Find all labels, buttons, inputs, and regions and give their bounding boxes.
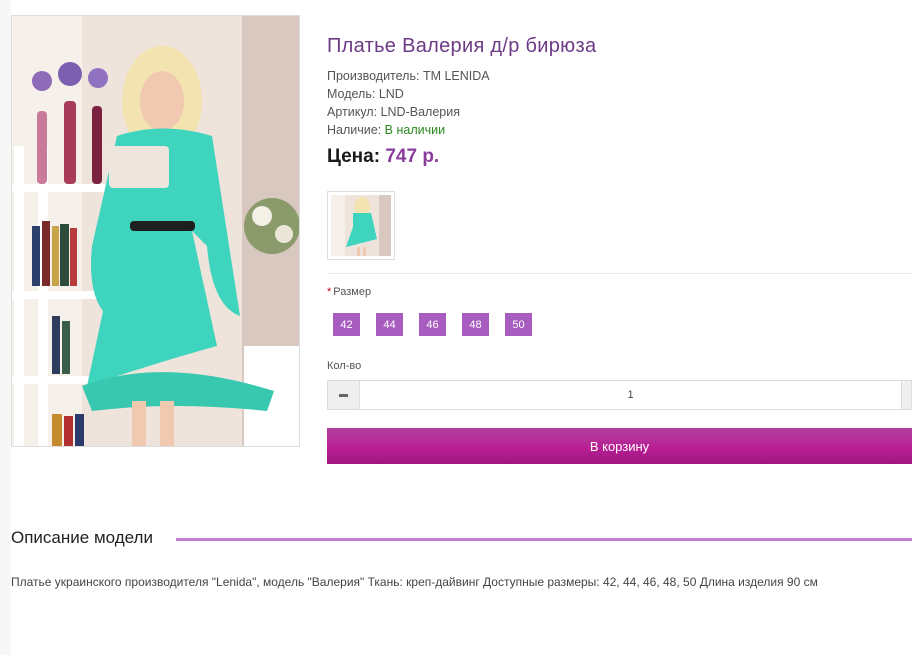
quantity-stepper	[327, 380, 912, 410]
description-heading: Описание модели	[11, 528, 153, 547]
product-thumbnail[interactable]	[327, 191, 395, 260]
size-button-48[interactable]: 48	[462, 313, 489, 336]
model-label: Модель:	[327, 87, 376, 101]
availability-row: Наличие: В наличии	[327, 121, 490, 139]
manufacturer-row: Производитель: TM LENIDA	[327, 67, 490, 85]
minus-icon	[339, 393, 348, 397]
quantity-label: Кол-во	[327, 360, 362, 372]
product-title: Платье Валерия д/р бирюза	[327, 35, 597, 57]
thumbnail-photo	[331, 195, 391, 256]
sku-row: Артикул: LND-Валерия	[327, 103, 490, 121]
product-photo	[12, 16, 299, 446]
product-main-image[interactable]	[11, 15, 300, 447]
quantity-increase-button[interactable]	[901, 381, 911, 409]
size-button-50[interactable]: 50	[505, 313, 532, 336]
price-value: 747 р.	[385, 146, 440, 167]
section-divider	[327, 273, 912, 274]
manufacturer-value: TM LENIDA	[422, 69, 490, 83]
model-value: LND	[378, 87, 404, 101]
left-gutter	[0, 0, 11, 655]
price-label: Цена:	[327, 146, 381, 167]
availability-label: Наличие:	[327, 123, 382, 137]
size-button-42[interactable]: 42	[333, 313, 360, 336]
required-mark: *	[327, 286, 332, 298]
size-button-46[interactable]: 46	[419, 313, 446, 336]
description-rule	[176, 538, 912, 541]
availability-value: В наличии	[384, 123, 446, 137]
add-to-cart-button[interactable]: В корзину	[327, 428, 912, 464]
size-button-44[interactable]: 44	[376, 313, 403, 336]
price-row: Цена: 747 р.	[327, 146, 439, 168]
sku-value: LND-Валерия	[380, 105, 460, 119]
size-option-label: * Размер	[327, 286, 371, 298]
quantity-input[interactable]	[360, 381, 901, 409]
quantity-decrease-button[interactable]	[328, 381, 360, 409]
model-row: Модель: LND	[327, 85, 490, 103]
manufacturer-label: Производитель:	[327, 69, 420, 83]
product-specs: Производитель: TM LENIDA Модель: LND Арт…	[327, 67, 490, 139]
size-options: 42 44 46 48 50	[333, 313, 532, 336]
description-text: Платье украинского производителя "Lenida…	[11, 575, 818, 589]
size-label-text: Размер	[333, 286, 372, 298]
sku-label: Артикул:	[327, 105, 378, 119]
